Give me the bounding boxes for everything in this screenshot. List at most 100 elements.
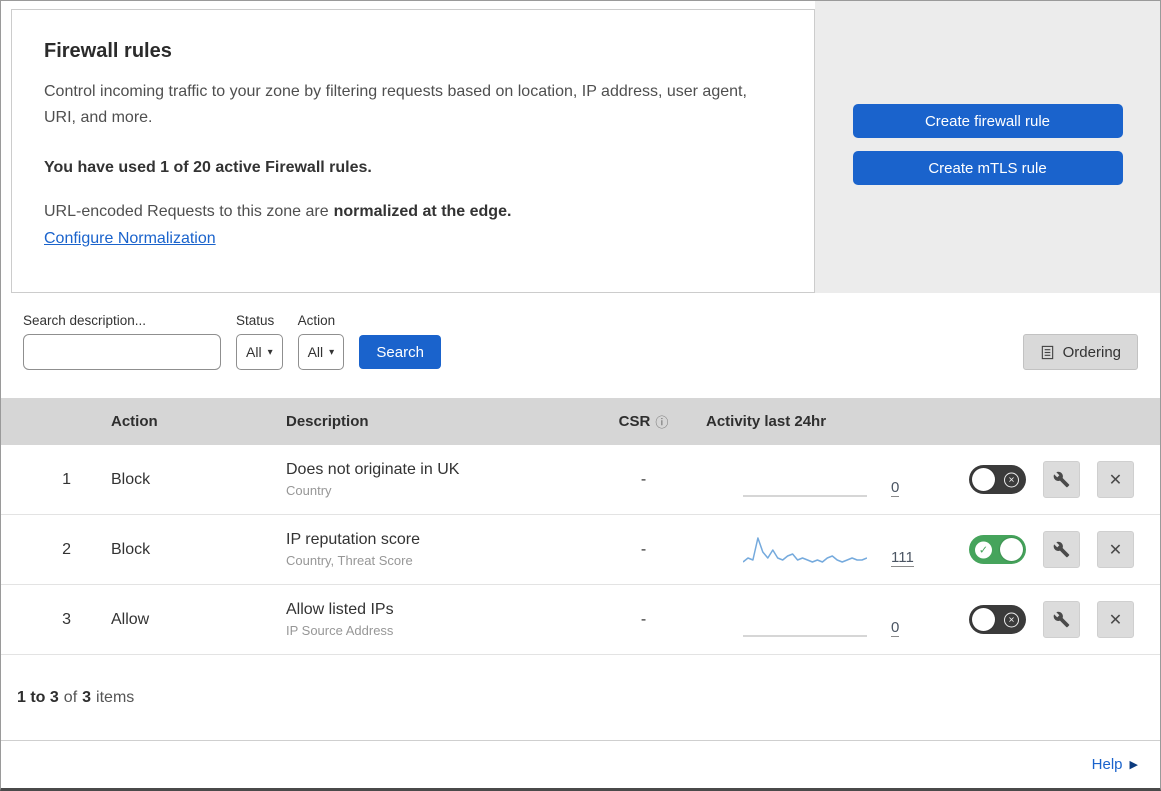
action-filter-field: Action All ▾: [297, 313, 345, 370]
rule-description: IP reputation score: [286, 531, 421, 548]
wrench-icon: [1053, 611, 1070, 628]
rule-activity-cell: 0: [701, 585, 921, 654]
rule-activity-cell: 111: [701, 515, 921, 584]
x-circle-icon: ✕: [1004, 612, 1019, 627]
action-filter-value: All: [307, 344, 324, 360]
chevron-down-icon: ▾: [267, 346, 273, 358]
rule-priority: 1: [62, 470, 71, 488]
chevron-right-icon: ▶: [1129, 759, 1138, 771]
rule-description: Does not originate in UK: [286, 461, 460, 478]
page-description: Control incoming traffic to your zone by…: [44, 83, 747, 126]
table-row: 3 Allow Allow listed IPs IP Source Addre…: [1, 585, 1160, 655]
pagination-items: items: [96, 689, 135, 706]
status-filter-value: All: [246, 344, 262, 360]
rule-description-cell: IP reputation score Country, Threat Scor…: [266, 531, 586, 568]
wrench-icon: [1053, 471, 1070, 488]
status-filter-label: Status: [236, 313, 275, 328]
help-row: Help ▶: [1, 740, 1160, 788]
action-filter-label: Action: [297, 313, 336, 328]
close-icon: ✕: [1108, 541, 1123, 559]
header-csr-label: CSR: [618, 413, 651, 430]
rule-priority: 3: [62, 610, 71, 628]
activity-count-link[interactable]: 0: [891, 480, 900, 497]
activity-sparkline: [743, 605, 867, 637]
search-label: Search description...: [23, 313, 147, 328]
search-input[interactable]: [38, 344, 219, 360]
close-icon: ✕: [1108, 611, 1123, 629]
table-footer: 1 to 3 of 3 items: [1, 655, 1160, 740]
help-link[interactable]: Help ▶: [1092, 756, 1138, 773]
rule-match-fields: Country: [286, 483, 332, 498]
wrench-icon: [1053, 541, 1070, 558]
rule-controls: ✓ ✕ ✕: [921, 461, 1160, 498]
search-box: [23, 334, 221, 370]
create-firewall-rule-button[interactable]: Create firewall rule: [852, 104, 1123, 138]
ordering-button[interactable]: Ordering: [1022, 334, 1138, 370]
configure-normalization-link[interactable]: Configure Normalization: [44, 230, 216, 248]
activity-sparkline: [743, 465, 867, 497]
edit-rule-button[interactable]: [1043, 531, 1080, 568]
intro-card: Firewall rules Control incoming traffic …: [11, 9, 815, 293]
rule-enabled-toggle[interactable]: ✓ ✕: [969, 535, 1026, 564]
normalization-bold: normalized at the edge.: [333, 203, 512, 220]
rule-activity-cell: 0: [701, 445, 921, 514]
ordering-button-label: Ordering: [1062, 343, 1121, 361]
rule-action: Block: [111, 470, 151, 488]
pagination-total: 3: [82, 689, 92, 706]
rule-description-cell: Does not originate in UK Country: [266, 461, 586, 498]
info-icon[interactable]: ⓘ: [655, 412, 668, 431]
normalization-text: URL-encoded Requests to this zone are nor…: [44, 203, 774, 221]
close-icon: ✕: [1108, 471, 1123, 489]
toggle-knob: [972, 608, 995, 631]
check-icon: ✓: [975, 541, 992, 558]
pagination-of: of: [63, 689, 78, 706]
rule-controls: ✓ ✕ ✕: [921, 601, 1160, 638]
rule-controls: ✓ ✕ ✕: [921, 531, 1160, 568]
search-field: Search description...: [23, 313, 221, 370]
chevron-down-icon: ▾: [329, 346, 335, 358]
rule-priority: 2: [62, 540, 71, 558]
activity-count-link[interactable]: 111: [891, 550, 914, 567]
page-title: Firewall rules: [44, 40, 172, 62]
action-filter-dropdown[interactable]: All ▾: [297, 334, 345, 370]
rule-csr-value: -: [640, 470, 647, 488]
delete-rule-button[interactable]: ✕: [1097, 461, 1134, 498]
x-circle-icon: ✕: [1004, 472, 1019, 487]
pagination-range: 1 to 3: [17, 689, 59, 706]
toggle-knob: [1000, 538, 1023, 561]
create-mtls-rule-button[interactable]: Create mTLS rule: [852, 151, 1123, 185]
top-section: Firewall rules Control incoming traffic …: [1, 1, 1160, 293]
header-description: Description: [286, 413, 369, 430]
pagination: 1 to 3 of 3 items: [17, 689, 134, 707]
activity-sparkline: [743, 535, 867, 567]
activity-count-link[interactable]: 0: [891, 620, 900, 637]
status-filter-field: Status All ▾: [236, 313, 283, 370]
header-csr: CSR ⓘ: [586, 412, 701, 431]
rule-description-cell: Allow listed IPs IP Source Address: [266, 601, 586, 638]
rule-csr-value: -: [640, 540, 647, 558]
rule-match-fields: Country, Threat Score: [286, 553, 413, 568]
usage-text: You have used 1 of 20 active Firewall ru…: [44, 159, 372, 176]
actions-panel: Create firewall rule Create mTLS rule: [815, 1, 1160, 293]
table-header: Action Description CSR ⓘ Activity last 2…: [1, 398, 1160, 445]
rule-action: Allow: [111, 610, 150, 628]
search-button[interactable]: Search: [359, 335, 442, 369]
rule-match-fields: IP Source Address: [286, 623, 394, 638]
normalization-prefix: URL-encoded Requests to this zone are: [44, 203, 329, 220]
filter-controls: Search description... Status All ▾ Actio…: [23, 313, 442, 370]
help-link-label: Help: [1091, 756, 1123, 773]
rule-action: Block: [111, 540, 151, 558]
delete-rule-button[interactable]: ✕: [1097, 601, 1134, 638]
rule-enabled-toggle[interactable]: ✓ ✕: [969, 605, 1026, 634]
edit-rule-button[interactable]: [1043, 601, 1080, 638]
rule-enabled-toggle[interactable]: ✓ ✕: [969, 465, 1026, 494]
header-activity: Activity last 24hr: [706, 413, 827, 430]
edit-rule-button[interactable]: [1043, 461, 1080, 498]
table-row: 1 Block Does not originate in UK Country…: [1, 445, 1160, 515]
delete-rule-button[interactable]: ✕: [1097, 531, 1134, 568]
toggle-knob: [972, 468, 995, 491]
rule-csr-value: -: [640, 610, 647, 628]
rule-description: Allow listed IPs: [286, 601, 394, 618]
header-action: Action: [111, 413, 158, 430]
status-filter-dropdown[interactable]: All ▾: [236, 334, 283, 370]
